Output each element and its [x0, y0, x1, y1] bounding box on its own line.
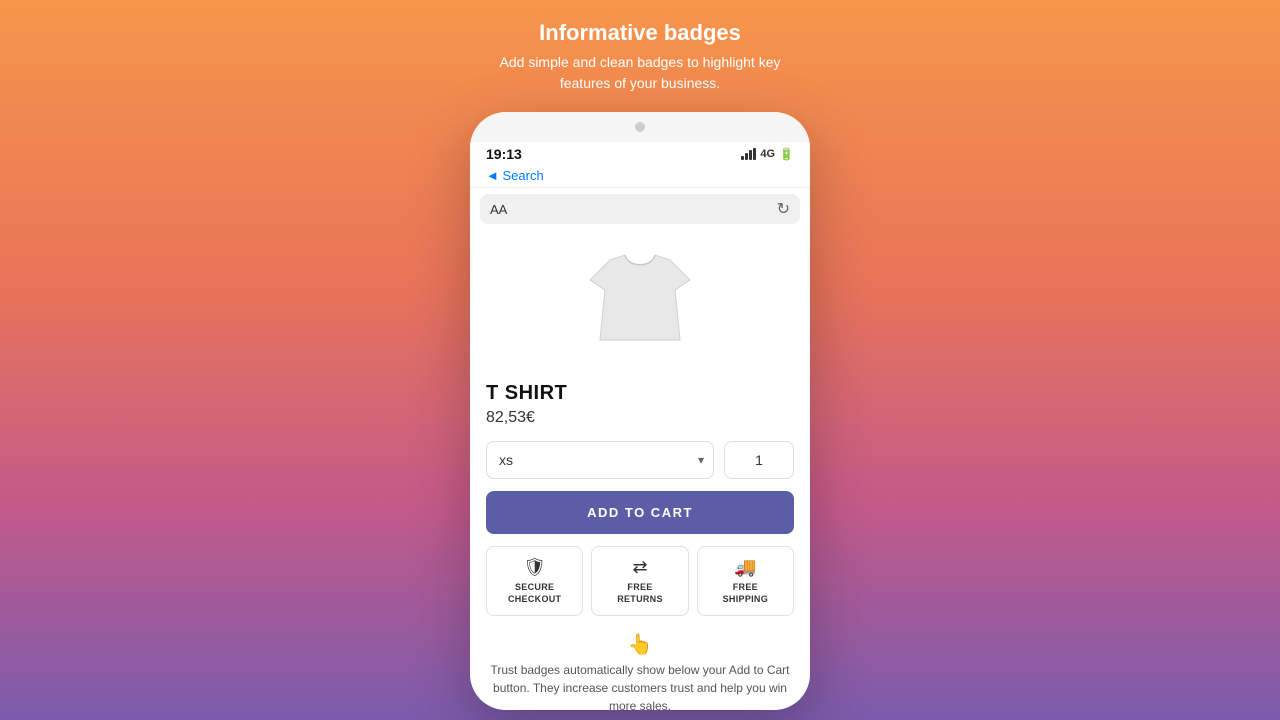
badge-free-shipping-label: FREESHIPPING: [723, 582, 768, 605]
product-name: T SHIRT: [486, 382, 794, 405]
badge-secure-checkout-label: SECURECHECKOUT: [508, 582, 561, 605]
header-subtitle: Add simple and clean badges to highlight…: [480, 52, 800, 94]
badges-row: 🛡 SECURECHECKOUT ⇄ FREERETURNS 🚚 FREESHI…: [486, 546, 794, 616]
address-bar-text: AA: [490, 202, 507, 217]
shield-icon: 🛡: [523, 557, 546, 578]
nav-back[interactable]: ◄ Search: [486, 168, 544, 183]
battery-icon: 🔋: [779, 147, 794, 161]
quantity-input[interactable]: [724, 441, 794, 479]
phone-camera: [635, 122, 645, 132]
size-select-wrapper[interactable]: xs s m l xl ▾: [486, 441, 714, 479]
product-price: 82,53€: [486, 409, 794, 427]
badge-free-returns: ⇄ FREERETURNS: [591, 546, 688, 616]
trust-emoji: 👆: [490, 632, 790, 657]
returns-icon: ⇄: [632, 557, 647, 578]
phone-top-bar: [470, 112, 810, 142]
header-section: Informative badges Add simple and clean …: [480, 20, 800, 94]
badge-secure-checkout: 🛡 SECURECHECKOUT: [486, 546, 583, 616]
network-label: 4G: [760, 148, 775, 160]
address-bar[interactable]: AA ↻: [480, 194, 800, 224]
shipping-icon: 🚚: [734, 557, 756, 578]
status-time: 19:13: [486, 146, 522, 162]
trust-section: 👆 Trust badges automatically show below …: [486, 632, 794, 710]
page-wrapper: Informative badges Add simple and clean …: [0, 0, 1280, 720]
add-to-cart-button[interactable]: ADD TO CART: [486, 491, 794, 534]
status-bar: 19:13 4G 🔋: [470, 142, 810, 166]
trust-text: Trust badges automatically show below yo…: [490, 661, 790, 710]
product-controls: xs s m l xl ▾: [486, 441, 794, 479]
status-icons: 4G 🔋: [741, 147, 794, 161]
nav-bar: ◄ Search: [470, 166, 810, 188]
product-image: [580, 240, 700, 360]
phone-mockup: 19:13 4G 🔋 ◄ Search AA ↻: [470, 112, 810, 710]
badge-free-returns-label: FREERETURNS: [617, 582, 663, 605]
phone-content: T SHIRT 82,53€ xs s m l xl ▾ AD: [470, 230, 810, 710]
badge-free-shipping: 🚚 FREESHIPPING: [697, 546, 794, 616]
header-title: Informative badges: [480, 20, 800, 46]
size-select[interactable]: xs s m l xl: [486, 441, 714, 479]
product-image-area: [486, 230, 794, 370]
reload-icon[interactable]: ↻: [777, 199, 790, 219]
signal-icon: [741, 148, 756, 160]
